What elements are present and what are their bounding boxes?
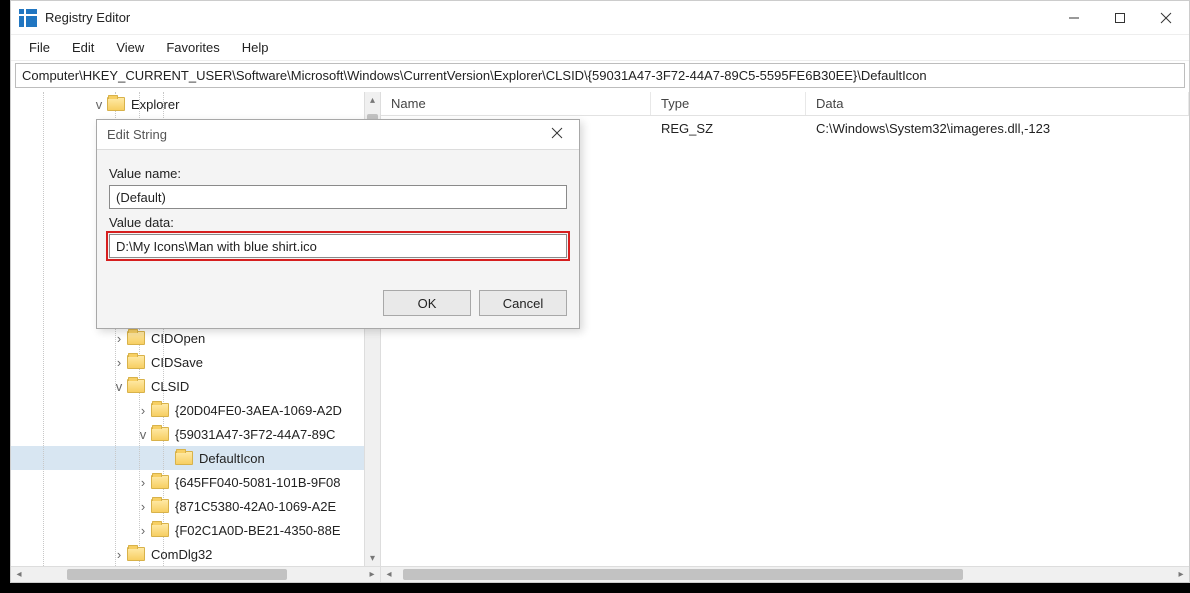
menu-bar: File Edit View Favorites Help: [11, 35, 1189, 61]
scroll-up-icon[interactable]: ▴: [365, 92, 380, 108]
cell-type: REG_SZ: [651, 121, 806, 136]
dialog-title-bar[interactable]: Edit String: [97, 120, 579, 150]
value-name-input[interactable]: [109, 185, 567, 209]
dialog-body: Value name: Value data:: [97, 150, 579, 280]
chevron-right-icon[interactable]: ›: [111, 355, 127, 370]
folder-icon: [151, 523, 169, 537]
regedit-icon: [19, 9, 37, 27]
folder-icon: [151, 403, 169, 417]
tree-node-label: {20D04FE0-3AEA-1069-A2D: [175, 403, 342, 418]
scroll-left-icon[interactable]: ◂: [381, 569, 397, 580]
chevron-right-icon[interactable]: ›: [135, 475, 151, 490]
column-header-data[interactable]: Data: [806, 92, 1189, 115]
tree-node-label: DefaultIcon: [199, 451, 265, 466]
registry-editor-window: Registry Editor File Edit View Favorites…: [10, 0, 1190, 583]
chevron-right-icon[interactable]: ›: [111, 331, 127, 346]
scroll-thumb[interactable]: [67, 569, 287, 580]
menu-file[interactable]: File: [21, 38, 58, 57]
value-data-label: Value data:: [109, 215, 567, 230]
chevron-down-icon[interactable]: v: [111, 379, 127, 394]
dialog-buttons: OK Cancel: [97, 280, 579, 328]
tree-node[interactable]: › {645FF040-5081-101B-9F08: [11, 470, 364, 494]
scroll-track[interactable]: [397, 567, 1173, 582]
folder-icon: [151, 475, 169, 489]
tree-node[interactable]: › ComDlg32: [11, 542, 364, 566]
scroll-down-icon[interactable]: ▾: [365, 550, 380, 566]
scroll-right-icon[interactable]: ▸: [364, 569, 380, 580]
value-data-input[interactable]: [109, 234, 567, 258]
minimize-icon: [1068, 12, 1080, 24]
edit-string-dialog[interactable]: Edit String Value name: Value data: OK C…: [96, 119, 580, 329]
column-header-type[interactable]: Type: [651, 92, 806, 115]
folder-icon: [127, 355, 145, 369]
chevron-down-icon[interactable]: v: [135, 427, 151, 442]
close-icon: [1160, 12, 1172, 24]
scroll-left-icon[interactable]: ◂: [11, 569, 27, 580]
tree-node[interactable]: › CIDOpen: [11, 326, 364, 350]
tree-node-label: ComDlg32: [151, 547, 212, 562]
tree-node-label: CLSID: [151, 379, 189, 394]
maximize-icon: [1114, 12, 1126, 24]
tree-horizontal-scrollbar[interactable]: ◂ ▸: [11, 566, 380, 582]
folder-icon: [175, 451, 193, 465]
chevron-right-icon[interactable]: ›: [135, 403, 151, 418]
column-header-name[interactable]: Name: [381, 92, 651, 115]
tree-node-label: {645FF040-5081-101B-9F08: [175, 475, 341, 490]
tree-node[interactable]: › {871C5380-42A0-1069-A2E: [11, 494, 364, 518]
menu-help[interactable]: Help: [234, 38, 277, 57]
tree-node[interactable]: v {59031A47-3F72-44A7-89C: [11, 422, 364, 446]
tree-node[interactable]: v CLSID: [11, 374, 364, 398]
tree-node-label: CIDSave: [151, 355, 203, 370]
tree-node-explorer[interactable]: v Explorer: [11, 92, 364, 116]
list-header: Name Type Data: [381, 92, 1189, 116]
folder-icon: [127, 379, 145, 393]
address-bar[interactable]: Computer\HKEY_CURRENT_USER\Software\Micr…: [15, 63, 1185, 88]
tree-node-label: {F02C1A0D-BE21-4350-88E: [175, 523, 341, 538]
menu-edit[interactable]: Edit: [64, 38, 102, 57]
scroll-right-icon[interactable]: ▸: [1173, 569, 1189, 580]
chevron-right-icon[interactable]: ›: [111, 547, 127, 562]
menu-view[interactable]: View: [108, 38, 152, 57]
dialog-title: Edit String: [107, 127, 167, 142]
folder-icon: [107, 97, 125, 111]
cancel-button[interactable]: Cancel: [479, 290, 567, 316]
chevron-right-icon[interactable]: ›: [135, 523, 151, 538]
tree-node-label: CIDOpen: [151, 331, 205, 346]
tree-node-defaulticon[interactable]: DefaultIcon: [11, 446, 364, 470]
folder-icon: [151, 499, 169, 513]
chevron-down-icon[interactable]: v: [91, 97, 107, 112]
window-title: Registry Editor: [45, 10, 1051, 25]
ok-button[interactable]: OK: [383, 290, 471, 316]
cell-data: C:\Windows\System32\imageres.dll,-123: [806, 121, 1189, 136]
folder-icon: [127, 331, 145, 345]
tree-node[interactable]: › {F02C1A0D-BE21-4350-88E: [11, 518, 364, 542]
menu-favorites[interactable]: Favorites: [158, 38, 227, 57]
chevron-right-icon[interactable]: ›: [135, 499, 151, 514]
maximize-button[interactable]: [1097, 1, 1143, 35]
close-button[interactable]: [1143, 1, 1189, 35]
tree-node-label: {871C5380-42A0-1069-A2E: [175, 499, 336, 514]
window-controls: [1051, 1, 1189, 35]
dialog-close-button[interactable]: [543, 126, 571, 144]
minimize-button[interactable]: [1051, 1, 1097, 35]
scroll-track[interactable]: [27, 567, 364, 582]
tree-node[interactable]: › CIDSave: [11, 350, 364, 374]
folder-icon: [151, 427, 169, 441]
title-bar[interactable]: Registry Editor: [11, 1, 1189, 35]
tree-node-label: {59031A47-3F72-44A7-89C: [175, 427, 335, 442]
list-horizontal-scrollbar[interactable]: ◂ ▸: [381, 566, 1189, 582]
folder-icon: [127, 547, 145, 561]
value-name-label: Value name:: [109, 166, 567, 181]
tree-node[interactable]: › {20D04FE0-3AEA-1069-A2D: [11, 398, 364, 422]
scroll-thumb[interactable]: [403, 569, 963, 580]
close-icon: [551, 127, 563, 139]
